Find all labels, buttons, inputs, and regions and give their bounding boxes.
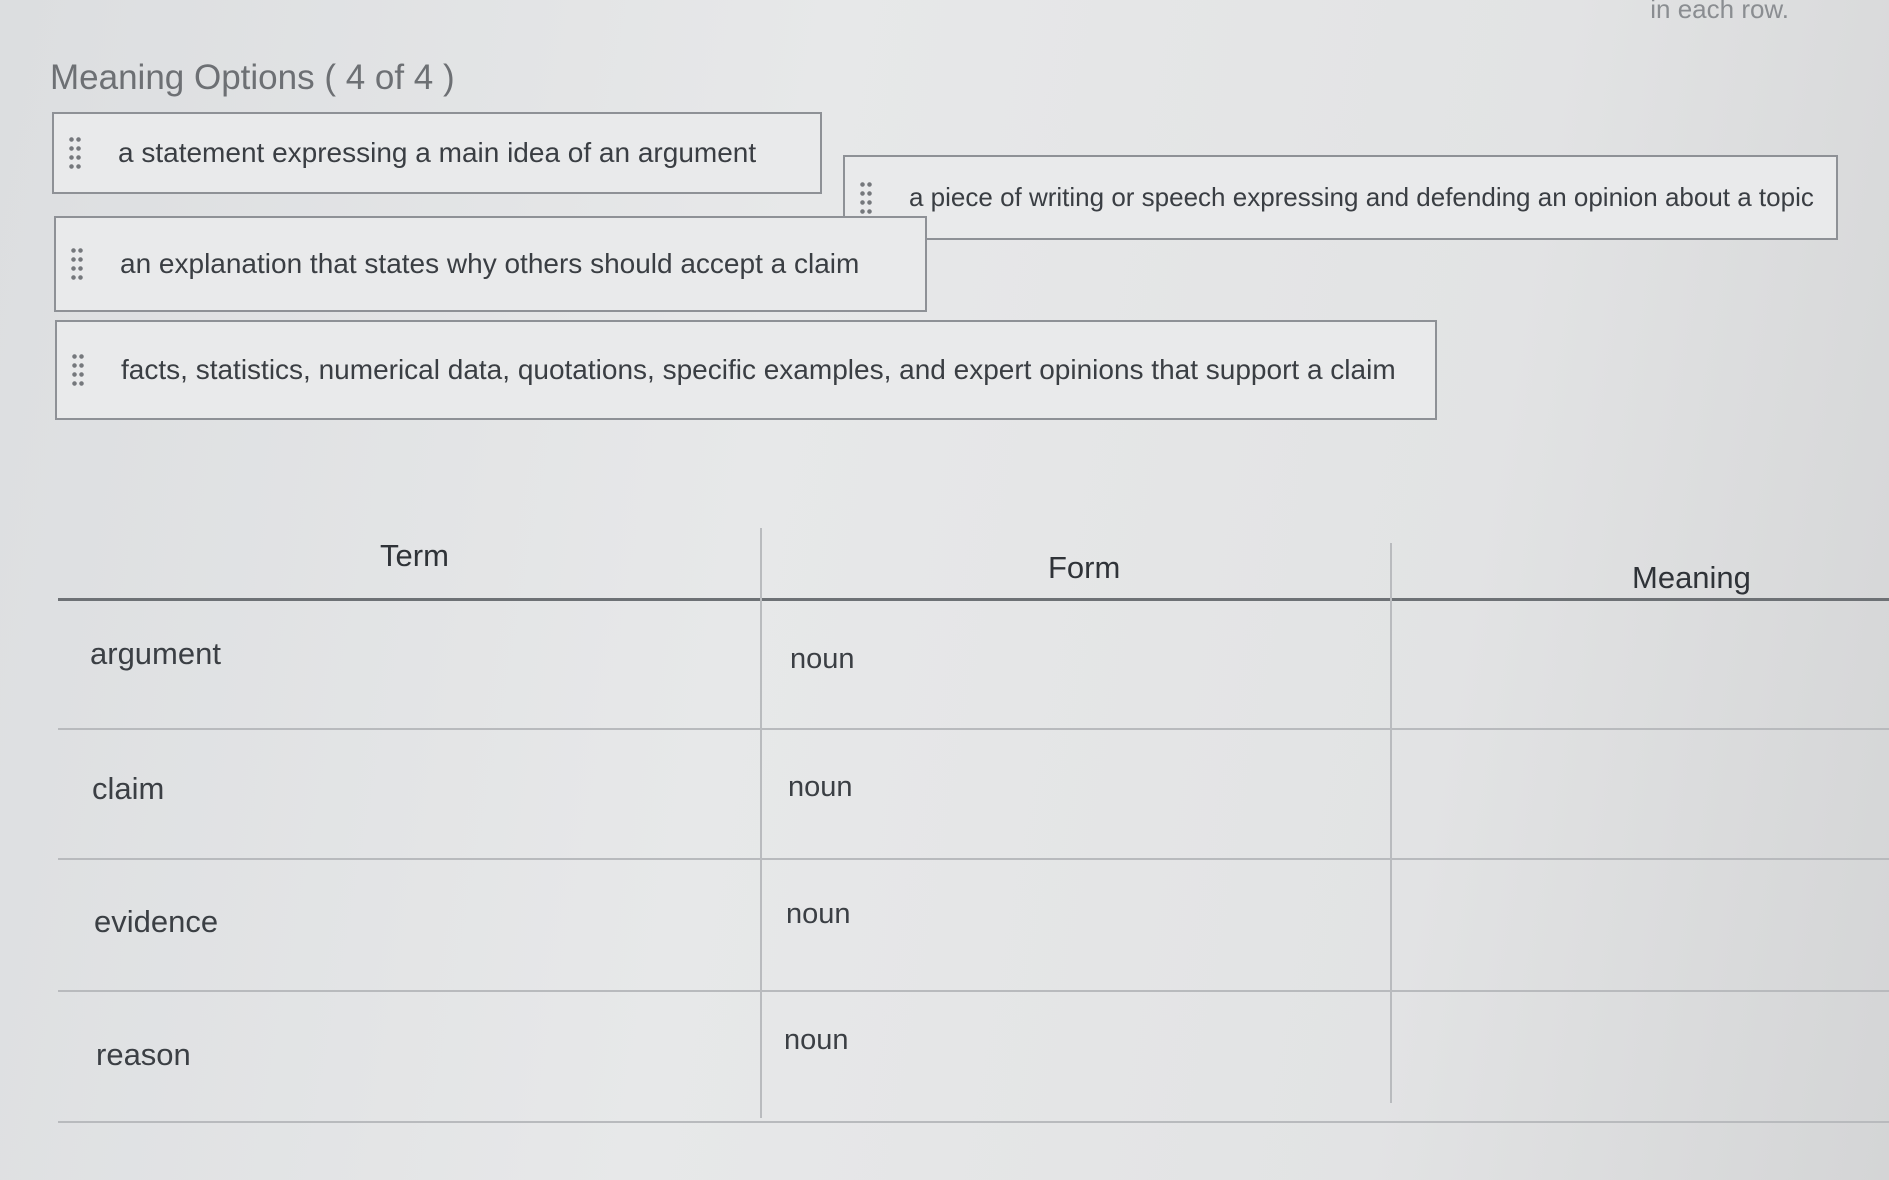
column-header-term: Term xyxy=(380,538,449,573)
row-divider xyxy=(58,1121,1889,1123)
meaning-drop-zone[interactable] xyxy=(1403,1000,1883,1110)
form-cell: noun xyxy=(786,898,851,930)
form-cell: noun xyxy=(790,643,855,675)
meaning-drop-zone[interactable] xyxy=(1403,608,1883,718)
column-header-meaning: Meaning xyxy=(1632,560,1751,595)
column-divider xyxy=(1390,543,1392,1103)
meaning-drop-zone[interactable] xyxy=(1403,738,1883,848)
meaning-drop-zone[interactable] xyxy=(1403,868,1883,978)
meaning-option-chip[interactable]: a piece of writing or speech expressing … xyxy=(843,155,1838,240)
drag-handle-icon[interactable] xyxy=(71,354,87,386)
form-cell: noun xyxy=(784,1024,849,1056)
term-cell: claim xyxy=(92,771,165,806)
options-title: Meaning Options ( 4 of 4 ) xyxy=(50,58,455,97)
drag-handle-icon[interactable] xyxy=(70,248,86,280)
meaning-option-label: a statement expressing a main idea of an… xyxy=(118,137,757,168)
row-divider xyxy=(58,990,1889,992)
term-cell: evidence xyxy=(94,904,219,939)
form-cell: noun xyxy=(788,771,853,803)
meaning-option-chip[interactable]: facts, statistics, numerical data, quota… xyxy=(55,320,1437,420)
meaning-option-chip[interactable]: an explanation that states why others sh… xyxy=(54,216,927,312)
drag-handle-icon[interactable] xyxy=(859,181,875,214)
row-divider xyxy=(58,728,1889,730)
term-cell: argument xyxy=(90,636,221,671)
drag-handle-icon[interactable] xyxy=(68,137,84,169)
meaning-option-label: facts, statistics, numerical data, quota… xyxy=(121,354,1396,385)
meaning-option-label: an explanation that states why others sh… xyxy=(120,248,860,279)
vocabulary-table: Term Form Meaning argument noun claim no… xyxy=(58,528,1889,1133)
column-divider xyxy=(760,528,762,1118)
instruction-text: in each row. xyxy=(1650,0,1789,24)
meaning-option-chip[interactable]: a statement expressing a main idea of an… xyxy=(52,112,822,194)
meaning-option-label: a piece of writing or speech expressing … xyxy=(909,182,1814,212)
header-divider xyxy=(58,598,1889,601)
row-divider xyxy=(58,858,1889,860)
column-header-form: Form xyxy=(1048,550,1121,585)
term-cell: reason xyxy=(96,1037,191,1072)
